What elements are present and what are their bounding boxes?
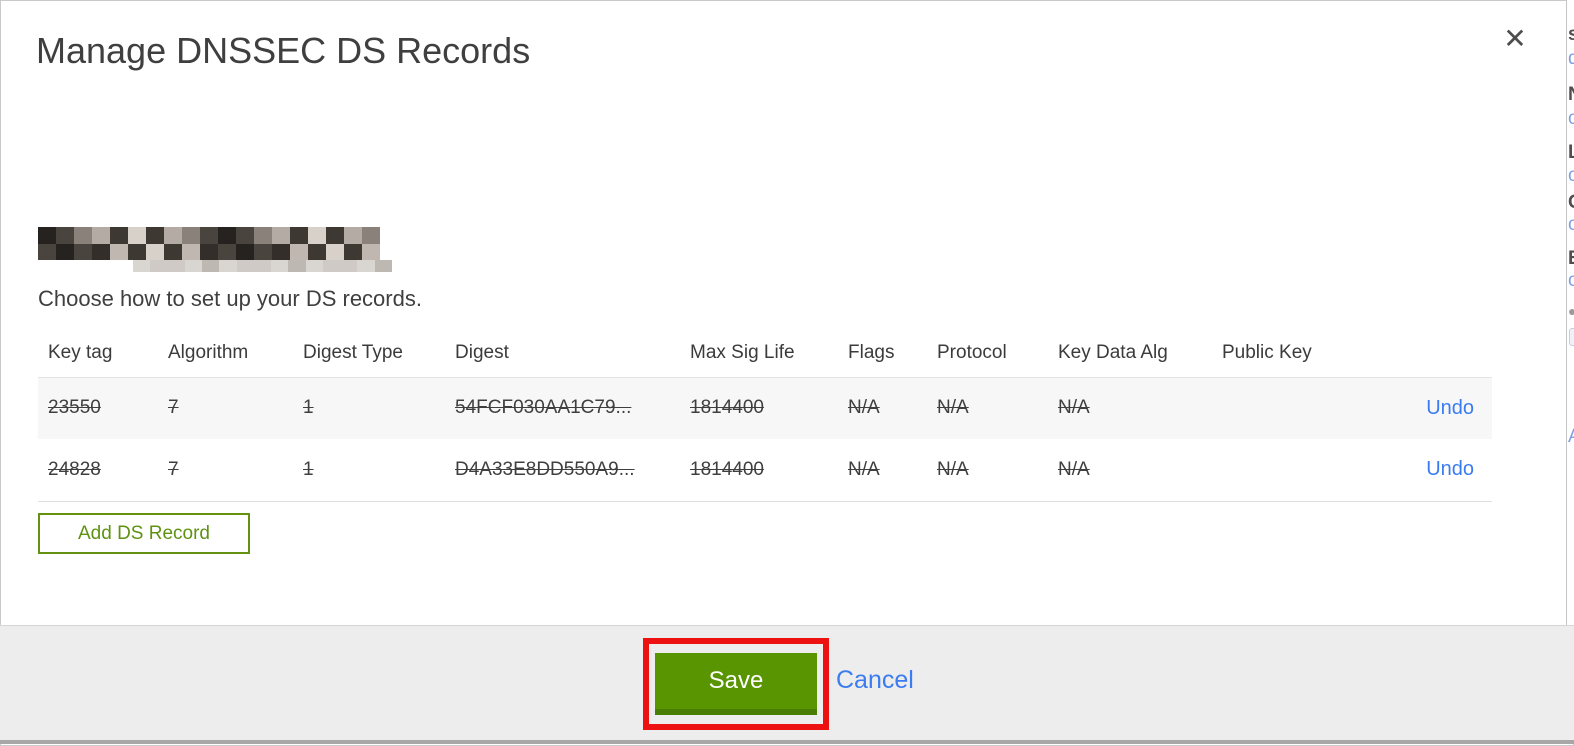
redacted-domain-name-shadow (133, 260, 392, 272)
cell-key-tag: 24828 (48, 458, 101, 480)
cell-protocol: N/A (937, 397, 969, 419)
cell-digest: D4A33E8DD550A9... (455, 458, 635, 480)
table-header-row: Key tag Algorithm Digest Type Digest Max… (38, 330, 1492, 377)
background-fragment (1569, 328, 1574, 346)
background-fragment: o (1568, 214, 1574, 235)
background-fragment: o (1568, 108, 1574, 129)
background-fragment: d (1568, 48, 1574, 69)
background-fragment: L (1568, 142, 1574, 163)
cell-digest-type: 1 (303, 458, 314, 480)
cell-digest: 54FCF030AA1C79... (455, 397, 632, 419)
cancel-link[interactable]: Cancel (836, 666, 914, 695)
col-digest: Digest (455, 342, 509, 364)
col-algorithm: Algorithm (168, 342, 249, 364)
col-flags: Flags (848, 342, 895, 364)
col-protocol: Protocol (937, 342, 1007, 364)
cell-public-key (1222, 439, 1372, 501)
close-icon[interactable]: ✕ (1498, 22, 1532, 56)
cell-algorithm: 7 (168, 458, 179, 480)
table-row: 23550 7 1 54FCF030AA1C79... 1814400 N/A … (38, 377, 1492, 439)
col-key-tag: Key tag (48, 342, 113, 364)
cell-max-sig-life: 1814400 (690, 458, 764, 480)
red-annotation-rectangle: Save (643, 638, 829, 730)
background-fragment: N (1568, 84, 1574, 106)
cell-protocol: N/A (937, 458, 969, 480)
add-ds-record-button[interactable]: Add DS Record (38, 513, 250, 554)
background-fragment: A (1568, 426, 1574, 448)
subtitle: Choose how to set up your DS records. (38, 286, 422, 311)
save-button[interactable]: Save (655, 653, 817, 715)
cell-key-data-alg: N/A (1058, 397, 1090, 419)
dialog-footer: Save Cancel (0, 625, 1574, 740)
background-fragment: C (1568, 192, 1574, 214)
background-fragment: s (1568, 24, 1574, 45)
col-actions (1372, 330, 1492, 377)
col-public-key: Public Key (1222, 342, 1312, 364)
modal-bottom-edge (0, 740, 1574, 744)
background-fragment: o (1568, 165, 1574, 186)
undo-link[interactable]: Undo (1426, 397, 1474, 419)
background-fragment: o (1568, 270, 1574, 291)
cell-public-key (1222, 377, 1372, 439)
cell-digest-type: 1 (303, 397, 314, 419)
undo-link[interactable]: Undo (1426, 458, 1474, 480)
cell-flags: N/A (848, 397, 880, 419)
background-fragment: ● (1568, 303, 1574, 319)
cell-key-tag: 23550 (48, 397, 101, 419)
cell-key-data-alg: N/A (1058, 458, 1090, 480)
redacted-domain-name (38, 227, 392, 260)
col-key-data-alg: Key Data Alg (1058, 342, 1168, 364)
ds-records-table: Key tag Algorithm Digest Type Digest Max… (38, 330, 1492, 502)
page-title: Manage DNSSEC DS Records (36, 30, 531, 71)
cell-max-sig-life: 1814400 (690, 397, 764, 419)
background-fragment: E (1568, 248, 1574, 270)
background-page-sliver: sdNoLoCoEo●A (1567, 0, 1574, 625)
col-max-sig-life: Max Sig Life (690, 342, 795, 364)
table-row: 24828 7 1 D4A33E8DD550A9... 1814400 N/A … (38, 439, 1492, 501)
cell-flags: N/A (848, 458, 880, 480)
dnssec-dialog: { "dialog": { "title": "Manage DNSSEC DS… (0, 0, 1574, 746)
cell-algorithm: 7 (168, 397, 179, 419)
col-digest-type: Digest Type (303, 342, 403, 364)
